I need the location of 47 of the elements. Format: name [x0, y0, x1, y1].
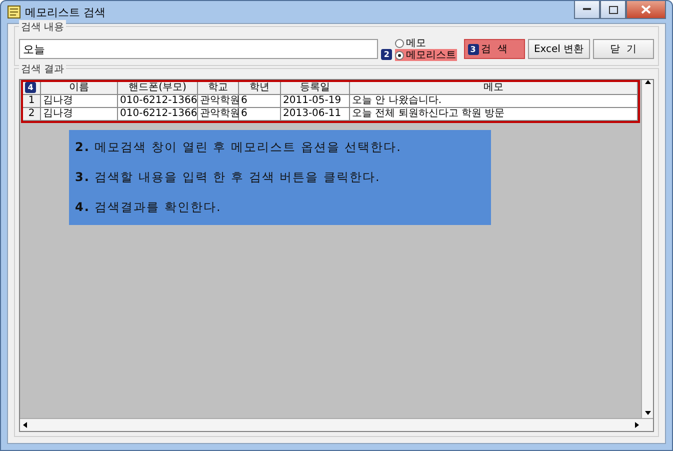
- right-arrow-icon[interactable]: [635, 422, 639, 428]
- left-arrow-icon[interactable]: [23, 422, 27, 428]
- column-header[interactable]: 학교: [198, 82, 239, 95]
- table-cell: 6: [239, 95, 281, 108]
- column-header[interactable]: 등록일: [281, 82, 350, 95]
- vertical-scrollbar[interactable]: [641, 80, 653, 418]
- table-cell: 오늘 안 나왔습니다.: [350, 95, 638, 108]
- table-cell: 2011-05-19: [281, 95, 350, 108]
- column-header[interactable]: 이름: [41, 82, 118, 95]
- maximize-icon: [608, 6, 618, 14]
- step-badge: 4: [25, 82, 36, 93]
- table-cell: 관악학원: [198, 95, 239, 108]
- close-icon: [641, 5, 651, 14]
- radio-option[interactable]: 메모: [395, 37, 457, 49]
- table-cell: 010-6212-1366: [118, 95, 198, 108]
- close-button[interactable]: [626, 1, 666, 19]
- action-button[interactable]: 닫 기: [592, 39, 654, 59]
- instruction-step: 4. 검색결과를 확인한다.: [75, 199, 485, 216]
- search-field[interactable]: 오늘: [19, 39, 378, 59]
- up-arrow-icon[interactable]: [644, 80, 650, 84]
- column-header[interactable]: 핸드폰(부모): [118, 82, 198, 95]
- table-cell: 2013-06-11: [281, 108, 350, 121]
- table-cell: 010-6212-1366: [118, 108, 198, 121]
- step-badge: 3: [468, 44, 479, 55]
- action-button[interactable]: Excel 변환: [528, 39, 590, 59]
- group-label: 검색 내용: [19, 20, 66, 34]
- table-cell: 6: [239, 108, 281, 121]
- table-cell: 관악학원: [198, 108, 239, 121]
- notepad-icon: [7, 5, 21, 19]
- minimize-icon: [583, 8, 591, 11]
- instruction-step: 2. 메모검색 창이 열린 후 메모리스트 옵션을 선택한다.: [75, 138, 485, 156]
- table-cell: 김나경: [41, 95, 118, 108]
- minimize-button[interactable]: [574, 1, 600, 19]
- maximize-button[interactable]: [600, 1, 626, 19]
- group-label: 검색 결과: [19, 62, 66, 76]
- instruction-step: 3. 검색할 내용을 입력 한 후 검색 버튼을 클릭한다.: [75, 168, 485, 186]
- window-title: 메모리스트 검색: [25, 4, 106, 20]
- column-header[interactable]: 메모: [350, 82, 638, 95]
- table-cell: 김나경: [41, 108, 118, 121]
- horizontal-scrollbar[interactable]: [20, 418, 653, 431]
- table-cell: 오늘 전체 퇴원하신다고 학원 방문: [350, 108, 638, 121]
- row-number: 1: [23, 95, 41, 108]
- column-header[interactable]: 학년: [239, 82, 281, 95]
- row-number: 2: [23, 108, 41, 121]
- step-badge: 2: [381, 49, 392, 60]
- down-arrow-icon[interactable]: [644, 411, 650, 415]
- action-button[interactable]: 3 검 색: [464, 39, 526, 59]
